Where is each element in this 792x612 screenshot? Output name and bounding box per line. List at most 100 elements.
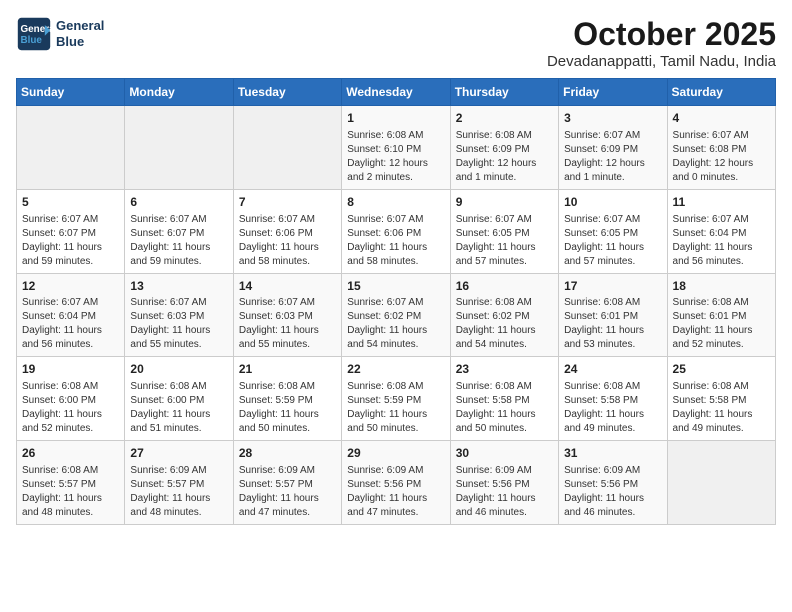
column-header-monday: Monday [125, 79, 233, 106]
calendar-cell: 28 Sunrise: 6:09 AM Sunset: 5:57 PM Dayli… [233, 441, 341, 525]
month-title: October 2025 [547, 16, 776, 53]
calendar-cell: 27 Sunrise: 6:09 AM Sunset: 5:57 PM Dayli… [125, 441, 233, 525]
day-number: 17 [564, 278, 661, 295]
day-number: 7 [239, 194, 336, 211]
logo-text: General Blue [56, 18, 104, 49]
day-number: 26 [22, 445, 119, 462]
day-info: Sunrise: 6:08 AM Sunset: 5:58 PM Dayligh… [673, 380, 770, 436]
calendar-cell: 8 Sunrise: 6:07 AM Sunset: 6:06 PM Daylig… [342, 189, 450, 273]
day-info: Sunrise: 6:08 AM Sunset: 6:10 PM Dayligh… [347, 129, 444, 185]
day-number: 24 [564, 361, 661, 378]
calendar-cell: 15Sunrise: 6:07 AM Sunset: 6:02 PM Dayli… [342, 273, 450, 357]
day-number: 1 [347, 110, 444, 127]
calendar-cell: 12Sunrise: 6:07 AM Sunset: 6:04 PM Dayli… [17, 273, 125, 357]
day-info: Sunrise: 6:08 AM Sunset: 6:00 PM Dayligh… [22, 380, 119, 436]
week-row-5: 26Sunrise: 6:08 AM Sunset: 5:57 PM Dayli… [17, 441, 776, 525]
day-number: 12 [22, 278, 119, 295]
calendar-cell [233, 106, 341, 190]
calendar-cell: 6 Sunrise: 6:07 AM Sunset: 6:07 PM Daylig… [125, 189, 233, 273]
week-row-3: 12Sunrise: 6:07 AM Sunset: 6:04 PM Dayli… [17, 273, 776, 357]
day-number: 30 [456, 445, 553, 462]
day-info: Sunrise: 6:08 AM Sunset: 6:01 PM Dayligh… [673, 296, 770, 352]
calendar-cell: 16Sunrise: 6:08 AM Sunset: 6:02 PM Dayli… [450, 273, 558, 357]
day-number: 23 [456, 361, 553, 378]
day-number: 22 [347, 361, 444, 378]
day-number: 11 [673, 194, 770, 211]
calendar-cell: 25 Sunrise: 6:08 AM Sunset: 5:58 PM Dayli… [667, 357, 775, 441]
calendar-cell [667, 441, 775, 525]
day-info: Sunrise: 6:07 AM Sunset: 6:06 PM Dayligh… [347, 213, 444, 269]
week-row-1: 1 Sunrise: 6:08 AM Sunset: 6:10 PM Daylig… [17, 106, 776, 190]
day-number: 18 [673, 278, 770, 295]
calendar-cell: 2 Sunrise: 6:08 AM Sunset: 6:09 PM Daylig… [450, 106, 558, 190]
calendar-cell: 24 Sunrise: 6:08 AM Sunset: 5:58 PM Dayli… [559, 357, 667, 441]
calendar-cell: 14Sunrise: 6:07 AM Sunset: 6:03 PM Dayli… [233, 273, 341, 357]
day-info: Sunrise: 6:08 AM Sunset: 5:58 PM Dayligh… [456, 380, 553, 436]
day-info: Sunrise: 6:07 AM Sunset: 6:02 PM Dayligh… [347, 296, 444, 352]
day-info: Sunrise: 6:08 AM Sunset: 5:59 PM Dayligh… [239, 380, 336, 436]
calendar-table: SundayMondayTuesdayWednesdayThursdayFrid… [16, 78, 776, 525]
day-number: 4 [673, 110, 770, 127]
calendar-cell [17, 106, 125, 190]
calendar-cell: 20Sunrise: 6:08 AM Sunset: 6:00 PM Dayli… [125, 357, 233, 441]
calendar-cell: 7 Sunrise: 6:07 AM Sunset: 6:06 PM Daylig… [233, 189, 341, 273]
day-number: 16 [456, 278, 553, 295]
calendar-cell: 22Sunrise: 6:08 AM Sunset: 5:59 PM Dayli… [342, 357, 450, 441]
column-header-wednesday: Wednesday [342, 79, 450, 106]
calendar-cell: 29 Sunrise: 6:09 AM Sunset: 5:56 PM Dayli… [342, 441, 450, 525]
day-number: 21 [239, 361, 336, 378]
day-number: 15 [347, 278, 444, 295]
day-number: 29 [347, 445, 444, 462]
day-number: 13 [130, 278, 227, 295]
day-info: Sunrise: 6:07 AM Sunset: 6:07 PM Dayligh… [22, 213, 119, 269]
day-number: 5 [22, 194, 119, 211]
day-info: Sunrise: 6:07 AM Sunset: 6:05 PM Dayligh… [564, 213, 661, 269]
title-area: October 2025 Devadanappatti, Tamil Nadu,… [547, 16, 776, 70]
day-info: Sunrise: 6:09 AM Sunset: 5:57 PM Dayligh… [239, 464, 336, 520]
day-info: Sunrise: 6:07 AM Sunset: 6:06 PM Dayligh… [239, 213, 336, 269]
day-number: 8 [347, 194, 444, 211]
header: General Blue General Blue October 2025 D… [16, 16, 776, 70]
day-number: 10 [564, 194, 661, 211]
day-info: Sunrise: 6:07 AM Sunset: 6:03 PM Dayligh… [130, 296, 227, 352]
day-info: Sunrise: 6:09 AM Sunset: 5:56 PM Dayligh… [347, 464, 444, 520]
day-number: 9 [456, 194, 553, 211]
calendar-cell: 23 Sunrise: 6:08 AM Sunset: 5:58 PM Dayli… [450, 357, 558, 441]
day-info: Sunrise: 6:08 AM Sunset: 6:02 PM Dayligh… [456, 296, 553, 352]
calendar-cell: 3Sunrise: 6:07 AM Sunset: 6:09 PM Daylig… [559, 106, 667, 190]
day-number: 25 [673, 361, 770, 378]
day-info: Sunrise: 6:08 AM Sunset: 5:58 PM Dayligh… [564, 380, 661, 436]
day-info: Sunrise: 6:09 AM Sunset: 5:57 PM Dayligh… [130, 464, 227, 520]
day-info: Sunrise: 6:09 AM Sunset: 5:56 PM Dayligh… [456, 464, 553, 520]
column-header-thursday: Thursday [450, 79, 558, 106]
calendar-cell: 4 Sunrise: 6:07 AM Sunset: 6:08 PM Daylig… [667, 106, 775, 190]
calendar-cell: 30 Sunrise: 6:09 AM Sunset: 5:56 PM Dayli… [450, 441, 558, 525]
day-number: 6 [130, 194, 227, 211]
column-header-tuesday: Tuesday [233, 79, 341, 106]
day-info: Sunrise: 6:07 AM Sunset: 6:03 PM Dayligh… [239, 296, 336, 352]
day-info: Sunrise: 6:08 AM Sunset: 6:09 PM Dayligh… [456, 129, 553, 185]
calendar-cell: 5 Sunrise: 6:07 AM Sunset: 6:07 PM Daylig… [17, 189, 125, 273]
location-title: Devadanappatti, Tamil Nadu, India [547, 53, 776, 70]
calendar-cell: 26Sunrise: 6:08 AM Sunset: 5:57 PM Dayli… [17, 441, 125, 525]
day-number: 2 [456, 110, 553, 127]
day-number: 27 [130, 445, 227, 462]
logo-icon: General Blue [16, 16, 52, 52]
day-info: Sunrise: 6:07 AM Sunset: 6:08 PM Dayligh… [673, 129, 770, 185]
calendar-cell: 11Sunrise: 6:07 AM Sunset: 6:04 PM Dayli… [667, 189, 775, 273]
calendar-cell: 1 Sunrise: 6:08 AM Sunset: 6:10 PM Daylig… [342, 106, 450, 190]
day-info: Sunrise: 6:07 AM Sunset: 6:09 PM Dayligh… [564, 129, 661, 185]
day-number: 19 [22, 361, 119, 378]
svg-text:Blue: Blue [21, 35, 43, 46]
header-row: SundayMondayTuesdayWednesdayThursdayFrid… [17, 79, 776, 106]
day-number: 28 [239, 445, 336, 462]
day-info: Sunrise: 6:07 AM Sunset: 6:07 PM Dayligh… [130, 213, 227, 269]
day-info: Sunrise: 6:08 AM Sunset: 6:00 PM Dayligh… [130, 380, 227, 436]
calendar-cell: 17Sunrise: 6:08 AM Sunset: 6:01 PM Dayli… [559, 273, 667, 357]
day-info: Sunrise: 6:07 AM Sunset: 6:04 PM Dayligh… [22, 296, 119, 352]
column-header-saturday: Saturday [667, 79, 775, 106]
week-row-2: 5 Sunrise: 6:07 AM Sunset: 6:07 PM Daylig… [17, 189, 776, 273]
column-header-friday: Friday [559, 79, 667, 106]
calendar-cell: 31Sunrise: 6:09 AM Sunset: 5:56 PM Dayli… [559, 441, 667, 525]
day-info: Sunrise: 6:08 AM Sunset: 6:01 PM Dayligh… [564, 296, 661, 352]
